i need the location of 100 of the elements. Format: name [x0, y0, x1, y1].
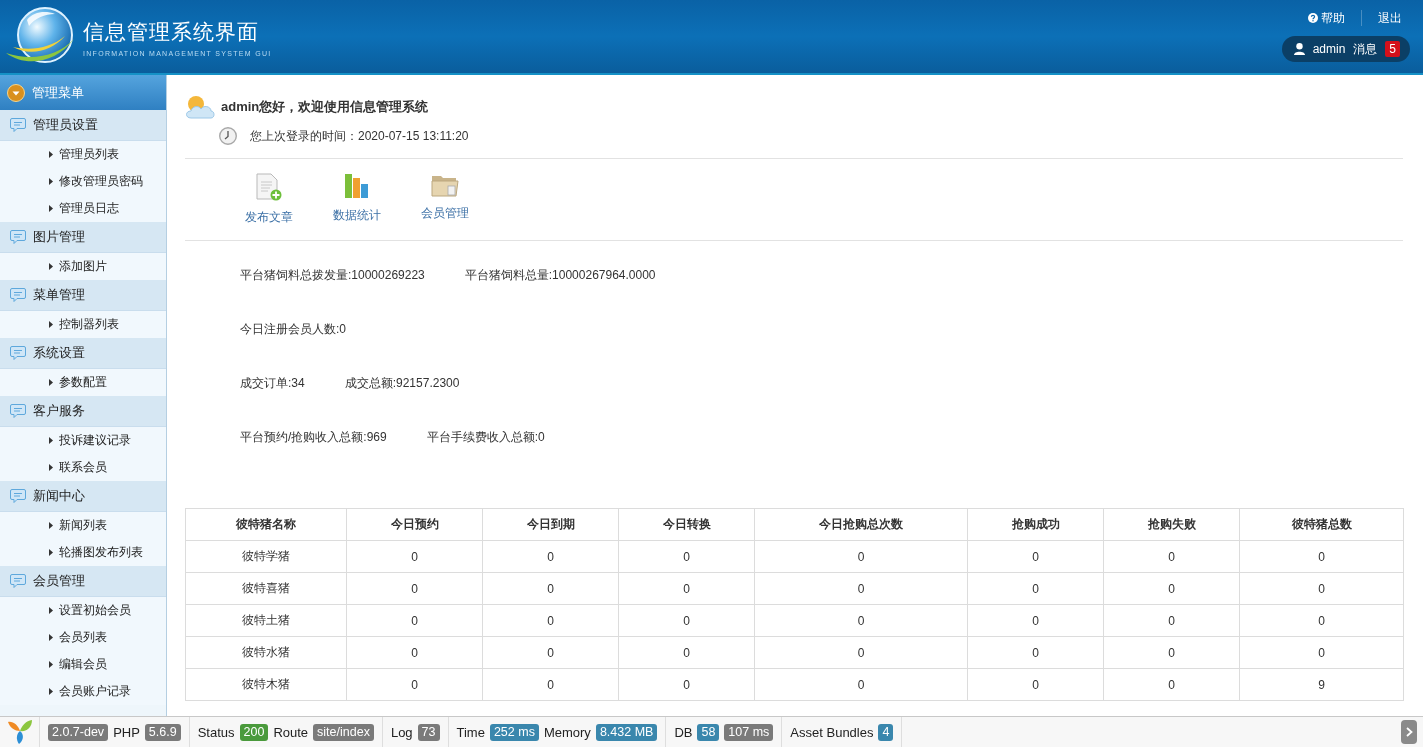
menu-section[interactable]: 会员管理 [0, 566, 166, 597]
chat-bubble-icon [10, 118, 26, 132]
shortcut-link[interactable]: 发布文章 [239, 173, 299, 226]
value-badge[interactable]: 2.0.7-dev [48, 723, 109, 741]
table-cell: 0 [967, 604, 1104, 637]
table-cell: 0 [1239, 540, 1404, 573]
stat-text: 平台猪饲料总量:10000267964.0000 [464, 266, 656, 284]
table-cell: 彼特木猪 [185, 668, 347, 701]
folder-icon [431, 173, 459, 197]
stat-text: 平台猪饲料总拨发量:10000269223 [240, 266, 425, 284]
value-badge[interactable]: 8.432 MB [595, 723, 658, 741]
table-cell: 0 [482, 668, 619, 701]
value-badge[interactable]: 107 ms [724, 723, 774, 741]
table-cell: 0 [754, 668, 968, 701]
value-badge[interactable]: 252 ms [489, 723, 539, 741]
table-cell: 彼特水猪 [185, 636, 347, 669]
table-cell: 0 [618, 604, 755, 637]
menu-section[interactable]: 图片管理 [0, 222, 166, 253]
chevron-icon [1405, 727, 1413, 737]
table-cell: 0 [967, 668, 1104, 701]
value-badge[interactable]: 5.6.9 [144, 723, 181, 741]
clock-icon [219, 127, 237, 145]
table-cell: 0 [618, 572, 755, 605]
chat-bubble-icon [10, 404, 26, 418]
stat-text: 今日注册会员人数:0 [240, 320, 346, 338]
logo-icon [6, 719, 33, 745]
table-cell: 0 [754, 604, 968, 637]
stat-text: 成交总额:92157.2300 [344, 374, 460, 392]
shortcut-link[interactable]: 会员管理 [415, 173, 475, 226]
triangle-icon [49, 549, 53, 556]
table-cell: 0 [346, 604, 483, 637]
table-cell: 0 [1103, 604, 1240, 637]
last-login-text: 您上次登录的时间：2020-07-15 13:11:20 [250, 127, 469, 145]
toolbar-label[interactable]: Time [456, 724, 485, 740]
toolbar-label[interactable]: Memory [543, 724, 591, 740]
logout-link[interactable]: 退出 [1361, 10, 1410, 26]
table-cell: 0 [618, 540, 755, 573]
menu-section[interactable]: 菜单管理 [0, 280, 166, 311]
help-icon [1308, 13, 1318, 23]
table-cell: 0 [482, 540, 619, 573]
column-header: 今日到期 [482, 508, 619, 541]
chat-bubble-icon [10, 574, 26, 588]
table-cell: 0 [967, 572, 1104, 605]
value-badge[interactable]: 58 [697, 723, 720, 741]
table-cell: 彼特土猪 [185, 604, 347, 637]
table-cell: 0 [346, 540, 483, 573]
document-plus-icon [256, 173, 282, 201]
table-cell: 0 [1239, 636, 1404, 669]
chat-bubble-icon [10, 489, 26, 503]
sun-cloud-icon [185, 95, 215, 119]
table-cell: 0 [967, 540, 1104, 573]
table-cell: 0 [754, 636, 968, 669]
chat-bubble-icon [10, 230, 26, 244]
menu-section[interactable]: 新闻中心 [0, 481, 166, 512]
table-cell: 0 [754, 540, 968, 573]
table-cell: 0 [618, 668, 755, 701]
value-badge[interactable]: site/index [313, 723, 374, 741]
triangle-icon [49, 607, 53, 614]
toolbar-label[interactable]: DB [674, 724, 693, 740]
value-badge[interactable]: 200 [239, 723, 269, 741]
triangle-icon [49, 151, 53, 158]
triangle-icon [49, 688, 53, 695]
triangle-icon [49, 263, 53, 270]
menu-section[interactable]: 管理员设置 [0, 110, 166, 141]
user-name: admin [1312, 42, 1346, 56]
column-header: 今日预约 [346, 508, 483, 541]
messages-link[interactable]: 消息 [1353, 40, 1378, 58]
table-cell: 0 [1239, 572, 1404, 605]
table-cell: 0 [1103, 668, 1240, 701]
table-cell: 0 [1103, 572, 1240, 605]
value-badge[interactable]: 73 [417, 723, 440, 741]
toolbar-label[interactable]: Asset Bundles [790, 724, 874, 740]
toolbar-label[interactable]: Log [390, 724, 413, 740]
table-cell: 0 [346, 636, 483, 669]
user-icon [1293, 43, 1305, 55]
toolbar-label[interactable]: Route [273, 724, 309, 740]
value-badge[interactable]: 4 [878, 723, 894, 741]
menu-section[interactable]: 客户服务 [0, 396, 166, 427]
shortcut-link[interactable]: 数据统计 [327, 173, 387, 226]
table-cell: 0 [482, 572, 619, 605]
table-cell: 0 [1103, 636, 1240, 669]
column-header: 今日抢购总次数 [754, 508, 968, 541]
table-cell: 0 [346, 668, 483, 701]
table-cell: 0 [1239, 604, 1404, 637]
table-cell: 0 [482, 636, 619, 669]
triangle-icon [49, 464, 53, 471]
table-cell: 9 [1239, 668, 1404, 701]
bar-chart-icon [344, 173, 370, 199]
column-header: 抢购失败 [1103, 508, 1240, 541]
table-cell: 0 [1103, 540, 1240, 573]
triangle-icon [49, 437, 53, 444]
toolbar-label[interactable]: Status [197, 724, 235, 740]
stat-text: 平台预约/抢购收入总额:969 [240, 428, 387, 446]
collapse-button[interactable] [1401, 720, 1417, 744]
column-header: 彼特猪名称 [185, 508, 347, 541]
column-header: 今日转换 [618, 508, 755, 541]
menu-section[interactable]: 系统设置 [0, 338, 166, 369]
triangle-icon [49, 379, 53, 386]
help-link[interactable]: 帮助 [1292, 10, 1361, 26]
toolbar-label[interactable]: PHP [113, 724, 140, 740]
